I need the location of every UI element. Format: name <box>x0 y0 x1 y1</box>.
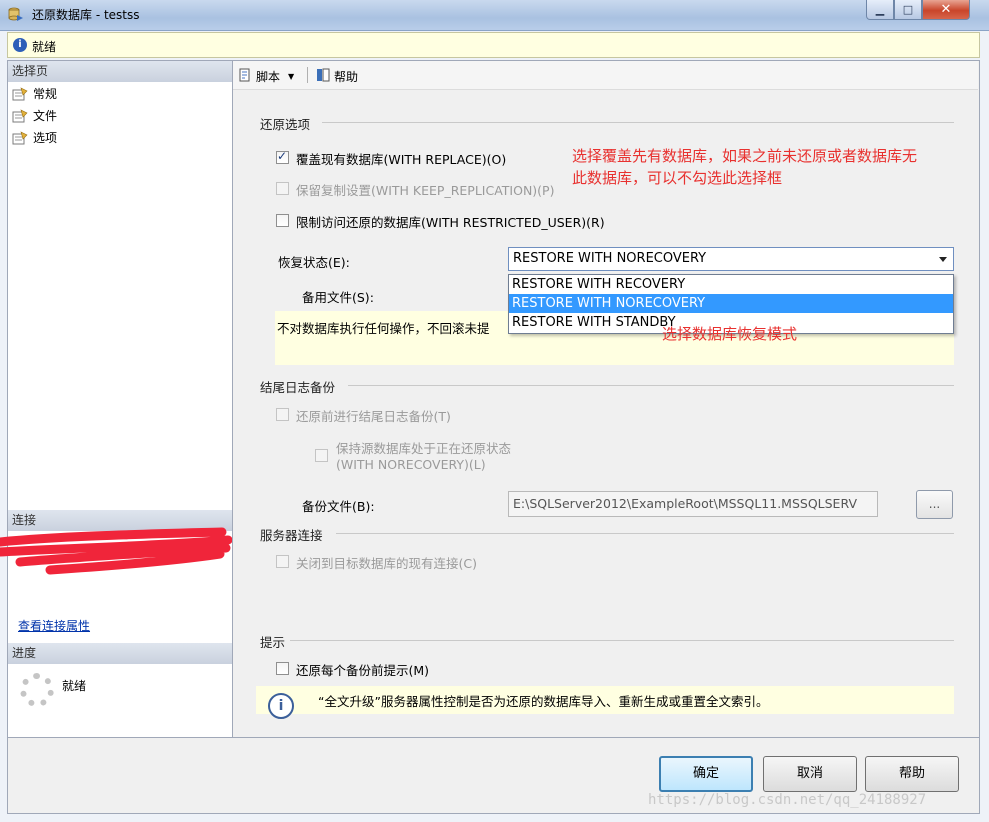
leave-source-restoring-label-line1: 保持源数据库处于正在还原状态 <box>336 441 512 456</box>
nav-item-label: 选项 <box>33 131 58 145</box>
help-label: 帮助 <box>334 70 359 84</box>
watermark-text: https://blog.csdn.net/qq_24188927 <box>648 792 927 808</box>
restricted-user-label: 限制访问还原的数据库(WITH RESTRICTED_USER)(R) <box>296 215 605 230</box>
title-bar[interactable]: 还原数据库 - testss ▁ □ ✕ <box>0 0 989 31</box>
recovery-state-value: RESTORE WITH NORECOVERY <box>513 251 707 266</box>
progress-spinner-icon <box>20 673 54 707</box>
progress-status: 就绪 <box>62 679 87 693</box>
nav-item-label: 常规 <box>33 87 58 101</box>
page-icon <box>12 87 28 101</box>
chevron-down-icon <box>939 257 947 262</box>
toolbar-separator <box>307 67 308 83</box>
ok-button[interactable]: 确定 <box>659 756 753 792</box>
standby-file-label: 备用文件(S): <box>302 290 374 305</box>
recovery-option-recovery[interactable]: RESTORE WITH RECOVERY <box>509 275 953 294</box>
section-divider <box>322 122 954 123</box>
fulltext-info-text: “全文升级”服务器属性控制是否为还原的数据库导入、重新生成或重置全文索引。 <box>318 694 769 709</box>
dropdown-arrow-icon: ▼ <box>288 72 295 81</box>
leave-source-restoring-checkbox[interactable] <box>315 449 328 462</box>
minimize-button[interactable]: ▁ <box>866 0 894 20</box>
recovery-state-select[interactable]: RESTORE WITH NORECOVERY <box>508 247 954 271</box>
prompt-before-each-backup-checkbox[interactable] <box>276 662 289 675</box>
left-panel: 选择页 常规 文件 选项 连接 查看连接属性 进度 就绪 <box>7 60 233 738</box>
close-existing-connections-label: 关闭到目标数据库的现有连接(C) <box>296 556 477 571</box>
leave-source-restoring-label-line2: (WITH NORECOVERY)(L) <box>336 457 486 472</box>
select-page-header: 选择页 <box>8 61 232 82</box>
prompt-section-title: 提示 <box>260 635 286 650</box>
script-icon <box>237 67 253 86</box>
backup-file-input[interactable]: E:\SQLServer2012\ExampleRoot\MSSQL11.MSS… <box>508 491 878 517</box>
help-button[interactable]: 帮助 <box>865 756 959 792</box>
recovery-annotation: 选择数据库恢复模式 <box>662 325 798 343</box>
help-toolbar-button[interactable]: 帮助 <box>315 67 358 86</box>
recovery-description-text: 不对数据库执行任何操作，不回滚未提 <box>277 321 490 336</box>
window-title: 还原数据库 - testss <box>32 8 140 22</box>
script-label: 脚本 <box>256 70 281 84</box>
replace-annotation-line2: 此数据库，可以不勾选此选择框 <box>572 169 783 187</box>
progress-header: 进度 <box>8 643 232 664</box>
with-replace-label: 覆盖现有数据库(WITH REPLACE)(O) <box>296 152 507 167</box>
section-divider <box>290 640 954 641</box>
nav-item-general[interactable]: 常规 <box>12 84 57 104</box>
status-bar: i 就绪 <box>7 32 980 58</box>
toolbar: 脚本 ▼ 帮助 <box>233 61 978 90</box>
status-text: 就绪 <box>32 40 57 54</box>
close-existing-connections-checkbox[interactable] <box>276 555 289 568</box>
cancel-button[interactable]: 取消 <box>763 756 857 792</box>
nav-item-files[interactable]: 文件 <box>12 106 57 126</box>
view-connection-properties-link[interactable]: 查看连接属性 <box>18 617 90 634</box>
redaction-scribble <box>0 527 232 575</box>
replace-annotation-line1: 选择覆盖先有数据库，如果之前未还原或者数据库无 <box>572 147 918 165</box>
tail-log-section-title: 结尾日志备份 <box>260 380 336 395</box>
prompt-before-each-backup-label: 还原每个备份前提示(M) <box>296 663 430 678</box>
recovery-option-norecovery[interactable]: RESTORE WITH NORECOVERY <box>509 294 953 313</box>
info-circle-icon: i <box>268 693 294 719</box>
info-icon: i <box>13 38 27 52</box>
section-divider <box>336 533 954 534</box>
server-connection-section-title: 服务器连接 <box>260 528 323 543</box>
close-button[interactable]: ✕ <box>922 0 970 20</box>
section-divider <box>348 385 954 386</box>
maximize-button[interactable]: □ <box>894 0 922 20</box>
nav-item-options[interactable]: 选项 <box>12 128 57 148</box>
keep-replication-label: 保留复制设置(WITH KEEP_REPLICATION)(P) <box>296 183 555 198</box>
with-replace-checkbox[interactable] <box>276 149 289 164</box>
nav-item-label: 文件 <box>33 109 58 123</box>
script-button[interactable]: 脚本 ▼ <box>237 67 294 86</box>
browse-backup-file-button[interactable]: ... <box>916 490 953 519</box>
restore-database-icon <box>8 6 24 22</box>
backup-file-label: 备份文件(B): <box>302 499 375 514</box>
page-icon <box>12 109 28 123</box>
keep-replication-checkbox[interactable] <box>276 182 289 195</box>
help-icon <box>315 67 331 86</box>
page-icon <box>12 131 28 145</box>
restore-options-section-title: 还原选项 <box>260 117 311 132</box>
tail-log-backup-checkbox[interactable] <box>276 408 289 421</box>
tail-log-backup-label: 还原前进行结尾日志备份(T) <box>296 409 451 424</box>
recovery-state-label: 恢复状态(E): <box>278 255 350 270</box>
restricted-user-checkbox[interactable] <box>276 214 289 227</box>
